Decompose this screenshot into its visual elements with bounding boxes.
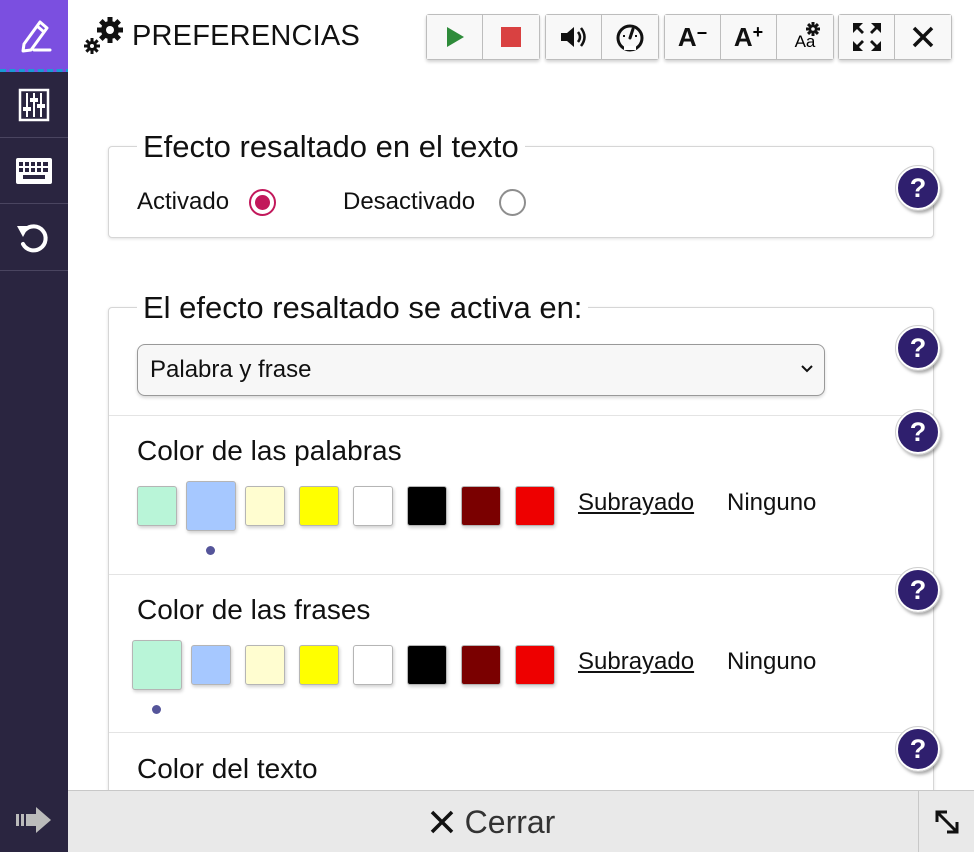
sidebar-collapse-button[interactable] — [14, 804, 54, 836]
volume-icon — [560, 27, 586, 47]
word-none-option[interactable]: Ninguno — [727, 489, 816, 517]
help-button-phrase-color[interactable]: ? — [895, 567, 941, 613]
help-button-word-color[interactable]: ? — [895, 409, 941, 455]
resize-button[interactable] — [918, 791, 974, 852]
close-window-button[interactable] — [895, 15, 951, 59]
play-icon — [446, 27, 464, 47]
header: PREFERENCIAS A − A + Aa — [68, 0, 974, 74]
close-button-label: Cerrar — [464, 803, 556, 840]
volume-button[interactable] — [546, 15, 602, 59]
phrase-color-swatch[interactable] — [461, 645, 501, 685]
page-title: PREFERENCIAS — [132, 19, 360, 52]
word-color-swatch[interactable] — [461, 486, 501, 526]
radio-label-desactivado: Desactivado — [343, 188, 476, 215]
keyboard-icon — [16, 157, 52, 184]
preferences-window: PREFERENCIAS A − A + Aa Efecto resaltado… — [0, 0, 974, 852]
selected-indicator-dot — [206, 546, 215, 555]
title-wrap: PREFERENCIAS — [82, 16, 360, 56]
stop-button[interactable] — [483, 15, 539, 59]
speed-button[interactable] — [602, 15, 658, 59]
font-group: A − A + Aa — [664, 14, 834, 60]
playback-group — [426, 14, 540, 60]
activation-select-value: Palabra y frase — [150, 356, 312, 383]
word-color-title: Color de las palabras — [137, 435, 402, 466]
divider — [109, 415, 933, 416]
font-decrease-label: A — [677, 21, 697, 52]
highlighter-pen-icon — [21, 20, 51, 52]
small-gear-icon — [806, 22, 820, 36]
activation-fieldset: El efecto resaltado se activa en: Palabr… — [108, 290, 934, 790]
plus-icon: + — [752, 21, 764, 42]
minus-icon: − — [696, 22, 708, 43]
close-icon — [430, 810, 453, 834]
highlight-effect-legend: Efecto resaltado en el texto — [137, 129, 525, 165]
highlight-effect-fieldset: Efecto resaltado en el texto Activado De… — [108, 129, 934, 238]
font-increase-label: A — [733, 21, 753, 52]
play-button[interactable] — [427, 15, 483, 59]
phrase-color-swatch[interactable] — [353, 645, 393, 685]
word-color-swatch[interactable] — [245, 486, 285, 526]
radio-activado[interactable] — [249, 189, 276, 216]
word-color-swatch[interactable] — [137, 486, 177, 526]
word-color-swatch[interactable] — [299, 486, 339, 526]
text-color-title: Color del texto — [137, 753, 318, 784]
chevron-down-icon — [801, 365, 813, 373]
speedometer-icon — [616, 24, 644, 52]
font-decrease-button[interactable]: A − — [665, 15, 721, 59]
sidebar — [0, 0, 72, 852]
phrase-color-title: Color de las frases — [137, 594, 371, 625]
sidebar-item-reset[interactable] — [0, 205, 68, 271]
help-button-text-color[interactable]: ? — [895, 726, 941, 772]
preferences-content: Efecto resaltado en el texto Activado De… — [68, 74, 974, 790]
activation-legend: El efecto resaltado se activa en: — [137, 290, 589, 326]
radio-desactivado[interactable] — [499, 189, 526, 216]
gears-icon — [84, 17, 123, 54]
phrase-color-swatch[interactable] — [515, 645, 555, 685]
sidebar-item-keyboard[interactable] — [0, 138, 68, 204]
sidebar-item-sliders[interactable] — [0, 72, 68, 138]
close-icon — [912, 26, 934, 48]
sliders-icon — [18, 88, 50, 121]
audio-group — [545, 14, 659, 60]
help-button-highlight-effect[interactable]: ? — [895, 165, 941, 211]
activation-select[interactable]: Palabra y frase — [137, 344, 825, 396]
window-group — [838, 14, 952, 60]
word-color-swatch[interactable] — [186, 481, 236, 531]
phrase-color-swatch[interactable] — [299, 645, 339, 685]
close-button[interactable]: Cerrar — [68, 791, 916, 852]
selected-indicator-dot — [152, 705, 161, 714]
font-increase-button[interactable]: A + — [721, 15, 777, 59]
word-color-swatch[interactable] — [515, 486, 555, 526]
divider — [109, 732, 933, 733]
divider — [109, 574, 933, 575]
fullscreen-button[interactable] — [839, 15, 895, 59]
word-color-swatch[interactable] — [407, 486, 447, 526]
phrase-color-swatch[interactable] — [407, 645, 447, 685]
phrase-color-swatch[interactable] — [132, 640, 182, 690]
resize-icon — [935, 810, 958, 834]
sidebar-item-highlighter[interactable] — [0, 0, 72, 72]
stop-icon — [501, 27, 521, 47]
phrase-none-option[interactable]: Ninguno — [727, 648, 816, 676]
help-button-activation[interactable]: ? — [895, 325, 941, 371]
fullscreen-icon — [852, 23, 881, 51]
footer: Cerrar — [68, 790, 974, 852]
radio-label-activado: Activado — [137, 188, 230, 215]
word-underline-option[interactable]: Subrayado — [578, 489, 694, 517]
phrase-underline-option[interactable]: Subrayado — [578, 648, 694, 676]
arrow-right-icon — [16, 807, 51, 833]
phrase-color-swatch[interactable] — [191, 645, 231, 685]
font-settings-button[interactable]: Aa — [777, 15, 833, 59]
reset-icon — [17, 223, 48, 252]
phrase-color-swatch[interactable] — [245, 645, 285, 685]
word-color-swatch[interactable] — [353, 486, 393, 526]
